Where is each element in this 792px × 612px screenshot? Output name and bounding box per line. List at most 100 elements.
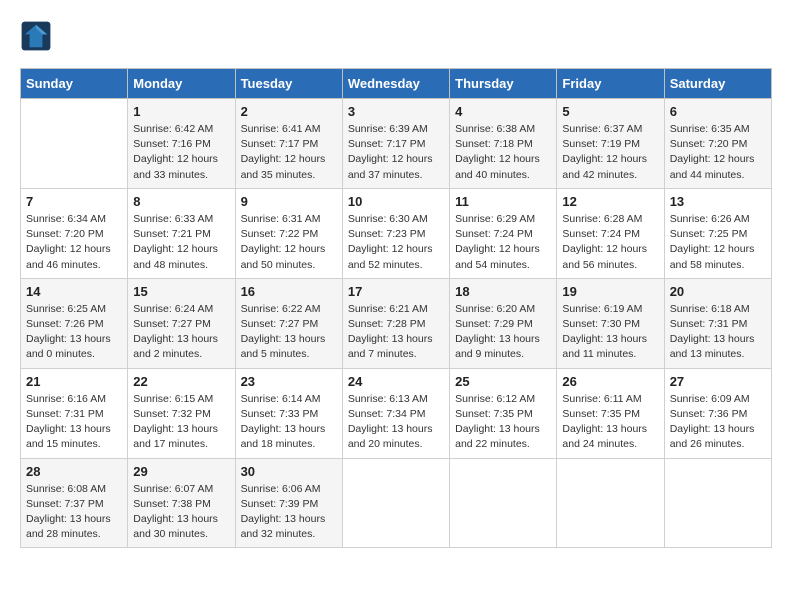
- day-info: Sunrise: 6:42 AM Sunset: 7:16 PM Dayligh…: [133, 122, 229, 183]
- calendar-cell: 7 Sunrise: 6:34 AM Sunset: 7:20 PM Daylig…: [21, 188, 128, 278]
- day-info: Sunrise: 6:39 AM Sunset: 7:17 PM Dayligh…: [348, 122, 444, 183]
- calendar-cell: 6 Sunrise: 6:35 AM Sunset: 7:20 PM Daylig…: [664, 99, 771, 189]
- day-info: Sunrise: 6:35 AM Sunset: 7:20 PM Dayligh…: [670, 122, 766, 183]
- day-info: Sunrise: 6:28 AM Sunset: 7:24 PM Dayligh…: [562, 212, 658, 273]
- day-number: 18: [455, 284, 551, 299]
- calendar-cell: 2 Sunrise: 6:41 AM Sunset: 7:17 PM Daylig…: [235, 99, 342, 189]
- day-info: Sunrise: 6:25 AM Sunset: 7:26 PM Dayligh…: [26, 302, 122, 363]
- day-number: 19: [562, 284, 658, 299]
- day-info: Sunrise: 6:26 AM Sunset: 7:25 PM Dayligh…: [670, 212, 766, 273]
- day-info: Sunrise: 6:07 AM Sunset: 7:38 PM Dayligh…: [133, 482, 229, 543]
- page-header: [20, 20, 772, 52]
- day-number: 7: [26, 194, 122, 209]
- calendar-cell: [342, 458, 449, 548]
- logo-icon: [20, 20, 52, 52]
- day-number: 3: [348, 104, 444, 119]
- calendar-week-row: 1 Sunrise: 6:42 AM Sunset: 7:16 PM Daylig…: [21, 99, 772, 189]
- calendar-cell: [450, 458, 557, 548]
- calendar-cell: 22 Sunrise: 6:15 AM Sunset: 7:32 PM Dayli…: [128, 368, 235, 458]
- calendar-cell: 3 Sunrise: 6:39 AM Sunset: 7:17 PM Daylig…: [342, 99, 449, 189]
- day-info: Sunrise: 6:08 AM Sunset: 7:37 PM Dayligh…: [26, 482, 122, 543]
- day-number: 24: [348, 374, 444, 389]
- day-number: 22: [133, 374, 229, 389]
- weekday-header: Wednesday: [342, 69, 449, 99]
- calendar-cell: 26Sunrise: 6:11 AM Sunset: 7:35 PM Dayli…: [557, 368, 664, 458]
- weekday-header: Monday: [128, 69, 235, 99]
- calendar-cell: 24 Sunrise: 6:13 AM Sunset: 7:34 PM Dayli…: [342, 368, 449, 458]
- calendar-cell: 10 Sunrise: 6:30 AM Sunset: 7:23 PM Dayli…: [342, 188, 449, 278]
- day-number: 30: [241, 464, 337, 479]
- calendar-cell: 21 Sunrise: 6:16 AM Sunset: 7:31 PM Dayli…: [21, 368, 128, 458]
- day-number: 16: [241, 284, 337, 299]
- weekday-header: Tuesday: [235, 69, 342, 99]
- day-number: 4: [455, 104, 551, 119]
- calendar-cell: 12 Sunrise: 6:28 AM Sunset: 7:24 PM Dayli…: [557, 188, 664, 278]
- calendar-cell: 16 Sunrise: 6:22 AM Sunset: 7:27 PM Dayli…: [235, 278, 342, 368]
- day-info: Sunrise: 6:11 AM Sunset: 7:35 PM Dayligh…: [562, 392, 658, 453]
- day-info: Sunrise: 6:34 AM Sunset: 7:20 PM Dayligh…: [26, 212, 122, 273]
- calendar-cell: 30 Sunrise: 6:06 AM Sunset: 7:39 PM Dayli…: [235, 458, 342, 548]
- day-info: Sunrise: 6:20 AM Sunset: 7:29 PM Dayligh…: [455, 302, 551, 363]
- day-info: Sunrise: 6:14 AM Sunset: 7:33 PM Dayligh…: [241, 392, 337, 453]
- calendar-cell: 15 Sunrise: 6:24 AM Sunset: 7:27 PM Dayli…: [128, 278, 235, 368]
- day-number: 2: [241, 104, 337, 119]
- calendar-cell: 13 Sunrise: 6:26 AM Sunset: 7:25 PM Dayli…: [664, 188, 771, 278]
- calendar-cell: 27Sunrise: 6:09 AM Sunset: 7:36 PM Dayli…: [664, 368, 771, 458]
- calendar-header: SundayMondayTuesdayWednesdayThursdayFrid…: [21, 69, 772, 99]
- calendar-cell: 25 Sunrise: 6:12 AM Sunset: 7:35 PM Dayli…: [450, 368, 557, 458]
- day-info: Sunrise: 6:06 AM Sunset: 7:39 PM Dayligh…: [241, 482, 337, 543]
- day-number: 21: [26, 374, 122, 389]
- weekday-header: Thursday: [450, 69, 557, 99]
- day-number: 10: [348, 194, 444, 209]
- weekday-header: Sunday: [21, 69, 128, 99]
- calendar-week-row: 21 Sunrise: 6:16 AM Sunset: 7:31 PM Dayli…: [21, 368, 772, 458]
- day-info: Sunrise: 6:38 AM Sunset: 7:18 PM Dayligh…: [455, 122, 551, 183]
- calendar-cell: 28 Sunrise: 6:08 AM Sunset: 7:37 PM Dayli…: [21, 458, 128, 548]
- day-info: Sunrise: 6:41 AM Sunset: 7:17 PM Dayligh…: [241, 122, 337, 183]
- calendar-cell: [664, 458, 771, 548]
- day-info: Sunrise: 6:21 AM Sunset: 7:28 PM Dayligh…: [348, 302, 444, 363]
- calendar-cell: 19 Sunrise: 6:19 AM Sunset: 7:30 PM Dayli…: [557, 278, 664, 368]
- calendar-cell: 1 Sunrise: 6:42 AM Sunset: 7:16 PM Daylig…: [128, 99, 235, 189]
- calendar-cell: 20 Sunrise: 6:18 AM Sunset: 7:31 PM Dayli…: [664, 278, 771, 368]
- day-number: 12: [562, 194, 658, 209]
- day-number: 1: [133, 104, 229, 119]
- day-number: 20: [670, 284, 766, 299]
- calendar-cell: 5 Sunrise: 6:37 AM Sunset: 7:19 PM Daylig…: [557, 99, 664, 189]
- calendar-cell: [557, 458, 664, 548]
- day-info: Sunrise: 6:30 AM Sunset: 7:23 PM Dayligh…: [348, 212, 444, 273]
- calendar-body: 1 Sunrise: 6:42 AM Sunset: 7:16 PM Daylig…: [21, 99, 772, 548]
- day-number: 23: [241, 374, 337, 389]
- calendar-cell: 8Sunrise: 6:33 AM Sunset: 7:21 PM Daylig…: [128, 188, 235, 278]
- day-number: 17: [348, 284, 444, 299]
- weekday-header-row: SundayMondayTuesdayWednesdayThursdayFrid…: [21, 69, 772, 99]
- day-info: Sunrise: 6:22 AM Sunset: 7:27 PM Dayligh…: [241, 302, 337, 363]
- calendar-cell: 23 Sunrise: 6:14 AM Sunset: 7:33 PM Dayli…: [235, 368, 342, 458]
- day-number: 9: [241, 194, 337, 209]
- day-number: 25: [455, 374, 551, 389]
- day-info: Sunrise: 6:13 AM Sunset: 7:34 PM Dayligh…: [348, 392, 444, 453]
- day-number: 28: [26, 464, 122, 479]
- day-number: 11: [455, 194, 551, 209]
- day-info: Sunrise: 6:24 AM Sunset: 7:27 PM Dayligh…: [133, 302, 229, 363]
- day-info: Sunrise: 6:18 AM Sunset: 7:31 PM Dayligh…: [670, 302, 766, 363]
- calendar-cell: 11 Sunrise: 6:29 AM Sunset: 7:24 PM Dayli…: [450, 188, 557, 278]
- day-info: Sunrise: 6:16 AM Sunset: 7:31 PM Dayligh…: [26, 392, 122, 453]
- calendar-week-row: 28 Sunrise: 6:08 AM Sunset: 7:37 PM Dayli…: [21, 458, 772, 548]
- day-number: 29: [133, 464, 229, 479]
- day-number: 6: [670, 104, 766, 119]
- weekday-header: Friday: [557, 69, 664, 99]
- day-info: Sunrise: 6:29 AM Sunset: 7:24 PM Dayligh…: [455, 212, 551, 273]
- day-info: Sunrise: 6:37 AM Sunset: 7:19 PM Dayligh…: [562, 122, 658, 183]
- day-info: Sunrise: 6:15 AM Sunset: 7:32 PM Dayligh…: [133, 392, 229, 453]
- day-info: Sunrise: 6:31 AM Sunset: 7:22 PM Dayligh…: [241, 212, 337, 273]
- calendar-cell: [21, 99, 128, 189]
- calendar-cell: 4 Sunrise: 6:38 AM Sunset: 7:18 PM Daylig…: [450, 99, 557, 189]
- day-number: 8: [133, 194, 229, 209]
- calendar-cell: 9 Sunrise: 6:31 AM Sunset: 7:22 PM Daylig…: [235, 188, 342, 278]
- day-info: Sunrise: 6:12 AM Sunset: 7:35 PM Dayligh…: [455, 392, 551, 453]
- day-number: 13: [670, 194, 766, 209]
- day-info: Sunrise: 6:19 AM Sunset: 7:30 PM Dayligh…: [562, 302, 658, 363]
- day-number: 5: [562, 104, 658, 119]
- day-number: 15: [133, 284, 229, 299]
